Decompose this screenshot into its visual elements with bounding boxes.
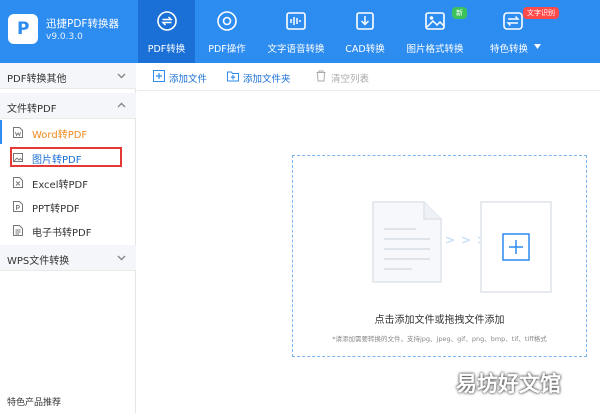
sidebar: PDF转换其他 文件转PDF Word转PDF 图片转PDF Excel转PDF… [0, 63, 136, 413]
tab-label: CAD转换 [345, 44, 385, 55]
swap-icon [503, 12, 523, 30]
main-content: > > > 点击添加文件或拖拽文件添加 *请添加需要转换的文件，支持jpg、jp… [137, 92, 600, 413]
tab-text-voice[interactable]: 文字语音转换 [262, 0, 330, 63]
app-logo-icon: P [8, 14, 38, 44]
section-title: WPS文件转换 [7, 256, 70, 267]
sidebar-section-pdf-to-other[interactable]: PDF转换其他 [0, 63, 136, 89]
tab-pdf-convert[interactable]: PDF转换 [138, 0, 195, 63]
cad-icon [356, 12, 374, 30]
add-file-button[interactable]: 添加文件 [153, 70, 223, 85]
audio-wave-icon [286, 12, 306, 30]
sidebar-item-ppt-to-pdf[interactable]: PPT转PDF [0, 194, 136, 218]
image-file-icon [13, 153, 23, 162]
tab-label: 文字语音转换 [267, 44, 325, 55]
image-icon [425, 12, 445, 30]
featured-products-link[interactable]: 特色产品推荐 [7, 395, 61, 408]
sidebar-section-file-to-pdf[interactable]: 文件转PDF [0, 93, 136, 119]
tab-label: PDF转换 [147, 44, 186, 55]
add-file-label: 添加文件 [169, 74, 208, 85]
trash-icon [316, 70, 326, 82]
app-header: P 迅捷PDF转换器 v9.0.3.0 PDF转换 PDF操作 文字语音转换 C… [0, 0, 600, 63]
app-version: v9.0.3.0 [46, 32, 83, 42]
sidebar-item-label: 图片转PDF [32, 155, 82, 166]
ocr-badge: 文字识别 [523, 7, 559, 19]
file-dropzone[interactable]: > > > 点击添加文件或拖拽文件添加 *请添加需要转换的文件，支持jpg、jp… [292, 155, 587, 357]
chevron-up-icon [117, 102, 126, 108]
clear-list-button[interactable]: 清空列表 [315, 70, 385, 85]
section-title: 文件转PDF [7, 104, 57, 115]
chevron-down-icon [117, 73, 126, 79]
excel-file-icon [13, 177, 23, 188]
section-title: PDF转换其他 [7, 74, 67, 85]
sidebar-section-wps[interactable]: WPS文件转换 [0, 245, 136, 271]
app-logo-letter: P [17, 19, 30, 39]
sidebar-item-label: Excel转PDF [32, 180, 88, 191]
dropzone-title: 点击添加文件或拖拽文件添加 [374, 315, 505, 326]
add-file-icon [153, 70, 165, 82]
sidebar-item-ebook-to-pdf[interactable]: 电子书转PDF [0, 218, 136, 242]
watermark: 易坊好文馆 [456, 372, 561, 396]
add-plus-icon[interactable] [480, 201, 552, 293]
toolbar: 添加文件 添加文件夹 清空列表 [137, 63, 600, 91]
convert-icon [156, 11, 177, 31]
clear-list-label: 清空列表 [331, 74, 370, 85]
chevron-down-icon [534, 44, 541, 49]
add-folder-button[interactable]: 添加文件夹 [227, 70, 307, 85]
sidebar-item-excel-to-pdf[interactable]: Excel转PDF [0, 170, 136, 194]
tab-pdf-operation[interactable]: PDF操作 [197, 0, 257, 63]
ppt-file-icon [13, 201, 23, 212]
sidebar-item-image-to-pdf[interactable]: 图片转PDF [10, 147, 122, 167]
app-title: 迅捷PDF转换器 [46, 18, 119, 30]
sidebar-item-label: PPT转PDF [32, 204, 80, 215]
sidebar-item-word-to-pdf[interactable]: Word转PDF [0, 120, 136, 144]
new-badge: 新 [452, 7, 467, 19]
add-folder-label: 添加文件夹 [243, 74, 291, 85]
tab-cad[interactable]: CAD转换 [338, 0, 392, 63]
word-file-icon [13, 127, 23, 138]
sidebar-item-label: 电子书转PDF [32, 228, 92, 239]
add-folder-icon [227, 71, 239, 82]
tab-label: 图片格式转换 [406, 44, 464, 55]
dropzone-supported-formats: *请添加需要转换的文件，支持jpg、jpeg、gif、png、bmp、tif、t… [332, 335, 547, 343]
settings-icon [217, 11, 237, 31]
tab-label: PDF操作 [208, 44, 246, 55]
ebook-file-icon [13, 225, 23, 236]
chevron-down-icon [117, 255, 126, 261]
document-illustration-icon [372, 201, 442, 283]
sidebar-item-label: Word转PDF [32, 130, 88, 141]
